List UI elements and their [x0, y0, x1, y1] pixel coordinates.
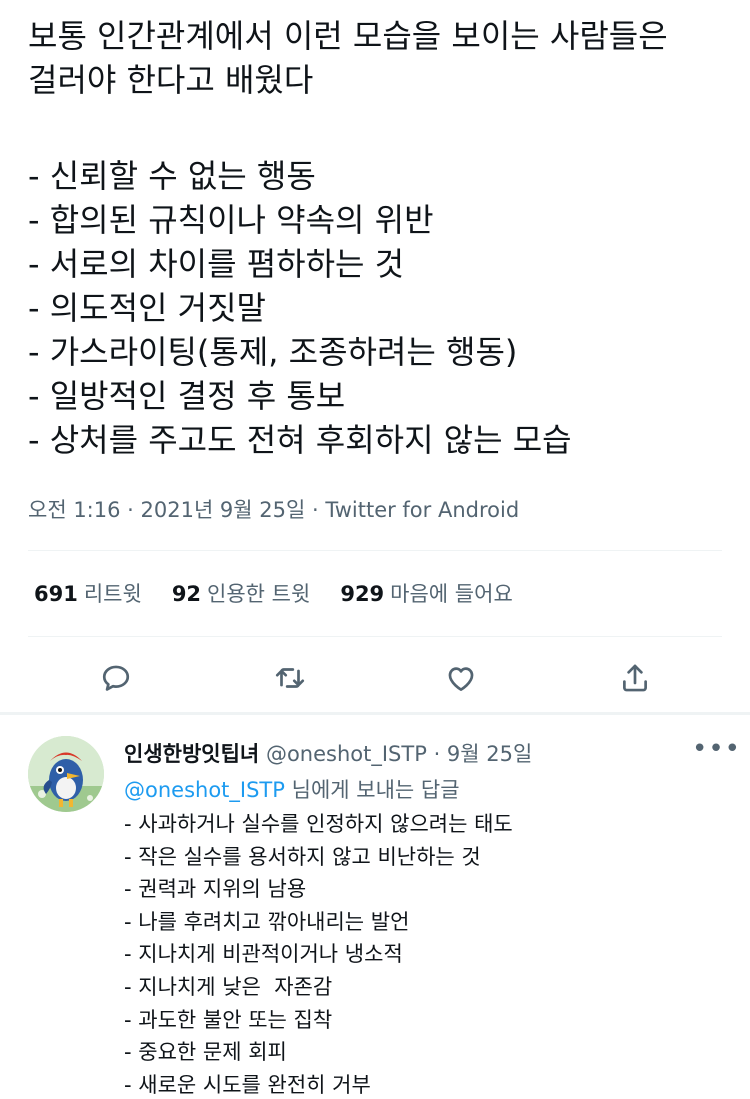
separator-dot: · — [433, 742, 447, 766]
tweet-line: - 일방적인 결정 후 통보 — [28, 377, 346, 415]
reply-line: - 나를 후려치고 깎아내리는 발언 — [124, 909, 410, 934]
replying-suffix: 님에게 보내는 답글 — [291, 778, 460, 802]
share-button[interactable] — [607, 650, 663, 706]
retweets-stat[interactable]: 691 리트윗 — [34, 578, 142, 608]
section-divider — [0, 712, 750, 715]
quotes-count: 92 — [171, 582, 202, 606]
likes-count: 929 — [340, 582, 385, 606]
tweet-line: - 상처를 주고도 전혀 후회하지 않는 모습 — [28, 421, 572, 459]
tweet-line: - 의도적인 거짓말 — [28, 289, 266, 327]
reply-icon — [102, 665, 130, 691]
divider — [28, 636, 722, 637]
retweets-label: 리트윗 — [83, 582, 142, 606]
like-button[interactable] — [433, 650, 489, 706]
retweet-button[interactable] — [262, 650, 318, 706]
replying-handle-link[interactable]: @oneshot_ISTP — [124, 778, 285, 802]
replying-to: @oneshot_ISTP 님에게 보내는 답글 — [124, 774, 460, 804]
more-options-icon[interactable]: ••• — [692, 734, 741, 764]
tweet-actions — [0, 650, 750, 706]
quotes-stat[interactable]: 92 인용한 트윗 — [172, 578, 311, 608]
likes-stat[interactable]: 929 마음에 들어요 — [340, 578, 512, 608]
divider — [28, 550, 722, 551]
tweet-timestamp[interactable]: 오전 1:16 · 2021년 9월 25일 · Twitter for And… — [28, 494, 519, 524]
like-icon — [448, 667, 474, 691]
retweet-icon — [275, 668, 305, 688]
reply-line: - 새로운 시도를 완전히 거부 — [124, 1072, 371, 1097]
tweet-line: - 합의된 규칙이나 약속의 위반 — [28, 201, 434, 239]
reply-line: - 지나치게 낮은 자존감 — [124, 974, 333, 999]
tweet-line: - 가스라이팅(통제, 조종하려는 행동) — [28, 333, 518, 371]
avatar[interactable] — [28, 736, 104, 812]
reply-header: 인생한방잇팁녀 @oneshot_ISTP · 9월 25일 — [124, 738, 532, 768]
share-icon — [623, 664, 647, 692]
retweets-count: 691 — [34, 582, 78, 606]
reply-line: - 권력과 지위의 남용 — [124, 877, 307, 902]
tweet-text: 보통 인간관계에서 이런 모습을 보이는 사람들은 걸러야 한다고 배웠다 - … — [28, 14, 728, 462]
tweet-line: - 신뢰할 수 없는 행동 — [28, 157, 316, 195]
tweet-line: 보통 인간관계에서 이런 모습을 보이는 사람들은 — [28, 17, 668, 55]
display-name[interactable]: 인생한방잇팁녀 — [124, 742, 259, 766]
reply-line: - 지나치게 비관적이거나 냉소적 — [124, 942, 403, 967]
reply-button[interactable] — [88, 650, 144, 706]
reply-line: - 중요한 문제 회피 — [124, 1040, 287, 1065]
tweet-line: 걸러야 한다고 배웠다 — [28, 61, 314, 99]
reply-date[interactable]: 9월 25일 — [447, 742, 532, 766]
tweet-stats: 691 리트윗 92 인용한 트윗 929 마음에 들어요 — [34, 578, 543, 608]
quotes-label: 인용한 트윗 — [207, 582, 311, 606]
reply-line: - 작은 실수를 용서하지 않고 비난하는 것 — [124, 844, 481, 869]
bird-avatar-icon — [28, 736, 104, 812]
tweet-line: - 서로의 차이를 폄하하는 것 — [28, 245, 405, 283]
reply-line: - 사과하거나 실수를 인정하지 않으려는 태도 — [124, 812, 513, 836]
reply-line: - 과도한 불안 또는 집착 — [124, 1007, 333, 1032]
user-handle[interactable]: @oneshot_ISTP — [266, 742, 427, 766]
reply-text: - 사과하거나 실수를 인정하지 않으려는 태도 - 작은 실수를 용서하지 않… — [124, 808, 513, 1099]
likes-label: 마음에 들어요 — [390, 582, 513, 606]
